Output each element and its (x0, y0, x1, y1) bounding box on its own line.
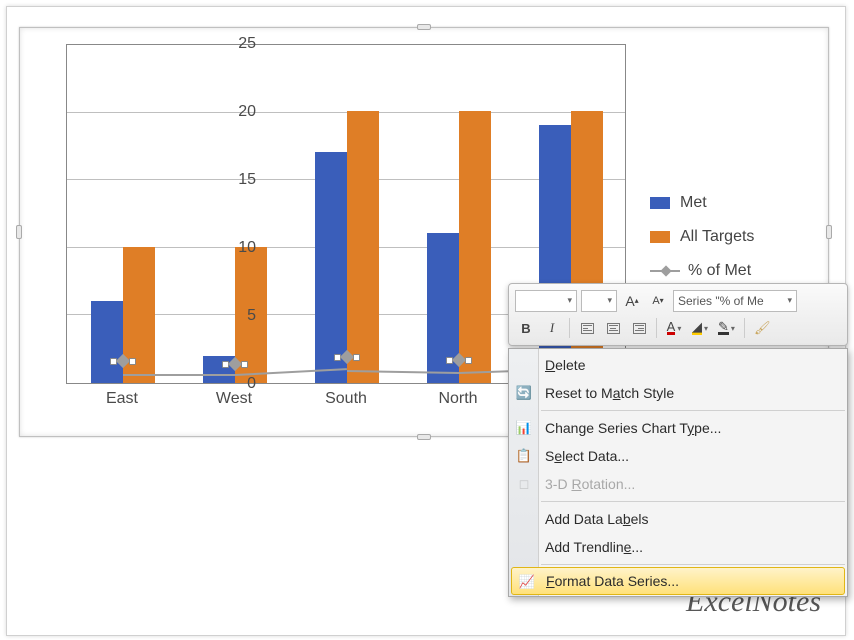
grow-font-button[interactable]: A▴ (621, 290, 643, 312)
pencil-icon: ✎ (718, 321, 729, 335)
font-color-button[interactable]: A (663, 317, 685, 339)
x-tick: South (306, 390, 386, 408)
select-data-icon: 📋 (515, 447, 533, 465)
legend-entry-all-targets[interactable]: All Targets (650, 220, 754, 254)
bar-targets-south[interactable] (347, 111, 379, 383)
chart-element-combo-label: Series "% of Me (678, 294, 764, 308)
line-marker[interactable] (340, 350, 354, 364)
x-tick: East (82, 390, 162, 408)
menu-item-reset-to-match-style[interactable]: 🔄 Reset to Match Style (509, 379, 847, 407)
align-right-button[interactable] (628, 317, 650, 339)
rotation-icon: ◻ (515, 475, 533, 493)
y-tick: 15 (226, 171, 256, 189)
legend-label: Met (680, 194, 707, 212)
legend-line-icon (650, 270, 680, 272)
menu-item-select-data[interactable]: 📋 Select Data... (509, 442, 847, 470)
align-left-button[interactable] (576, 317, 598, 339)
x-tick: West (194, 390, 274, 408)
paint-bucket-icon: ◢ (692, 321, 702, 335)
reset-style-icon: 🔄 (515, 384, 533, 402)
menu-item-change-series-chart-type[interactable]: 📊 Change Series Chart Type... (509, 414, 847, 442)
format-series-icon: 📈 (518, 573, 536, 591)
paintbrush-icon: 🖌 (754, 320, 771, 336)
legend-label: All Targets (680, 228, 754, 246)
fill-color-button[interactable]: ◢ (689, 317, 711, 339)
chart-element-combo[interactable]: Series "% of Me ▾ (673, 290, 797, 312)
menu-item-add-trendline[interactable]: Add Trendline... (509, 533, 847, 561)
y-tick: 25 (226, 35, 256, 53)
menu-item-delete[interactable]: Delete (509, 351, 847, 379)
font-size-combo[interactable]: ▾ (581, 290, 617, 312)
chart-legend[interactable]: Met All Targets % of Met (650, 186, 754, 288)
legend-label: % of Met (688, 262, 751, 280)
x-tick: North (418, 390, 498, 408)
legend-entry-met[interactable]: Met (650, 186, 754, 220)
series-context-menu[interactable]: Delete 🔄 Reset to Match Style 📊 Change S… (508, 348, 848, 597)
shrink-font-button[interactable]: A▾ (647, 290, 669, 312)
chart-type-icon: 📊 (515, 419, 533, 437)
line-marker[interactable] (116, 354, 130, 368)
line-marker[interactable] (228, 357, 242, 371)
menu-item-add-data-labels[interactable]: Add Data Labels (509, 505, 847, 533)
menu-item-format-data-series[interactable]: 📈 Format Data Series... (511, 567, 845, 595)
legend-swatch (650, 231, 670, 243)
line-segment (123, 374, 235, 376)
bar-met-east[interactable] (91, 301, 123, 383)
align-center-button[interactable] (602, 317, 624, 339)
y-tick: 20 (226, 103, 256, 121)
bar-met-south[interactable] (315, 152, 347, 383)
font-family-combo[interactable]: ▾ (515, 290, 577, 312)
bold-button[interactable]: B (515, 317, 537, 339)
line-marker[interactable] (452, 353, 466, 367)
bar-targets-north[interactable] (459, 111, 491, 383)
menu-item-3d-rotation: ◻ 3-D Rotation... (509, 470, 847, 498)
legend-swatch (650, 197, 670, 209)
format-painter-button[interactable]: 🖌 (751, 317, 774, 339)
italic-button[interactable]: I (541, 317, 563, 339)
mini-format-toolbar[interactable]: ▾ ▾ A▴ A▾ Series "% of Me ▾ B I A ◢ ✎ 🖌 (508, 283, 848, 346)
y-tick: 10 (226, 239, 256, 257)
outline-color-button[interactable]: ✎ (715, 317, 738, 339)
y-tick: 5 (226, 307, 256, 325)
